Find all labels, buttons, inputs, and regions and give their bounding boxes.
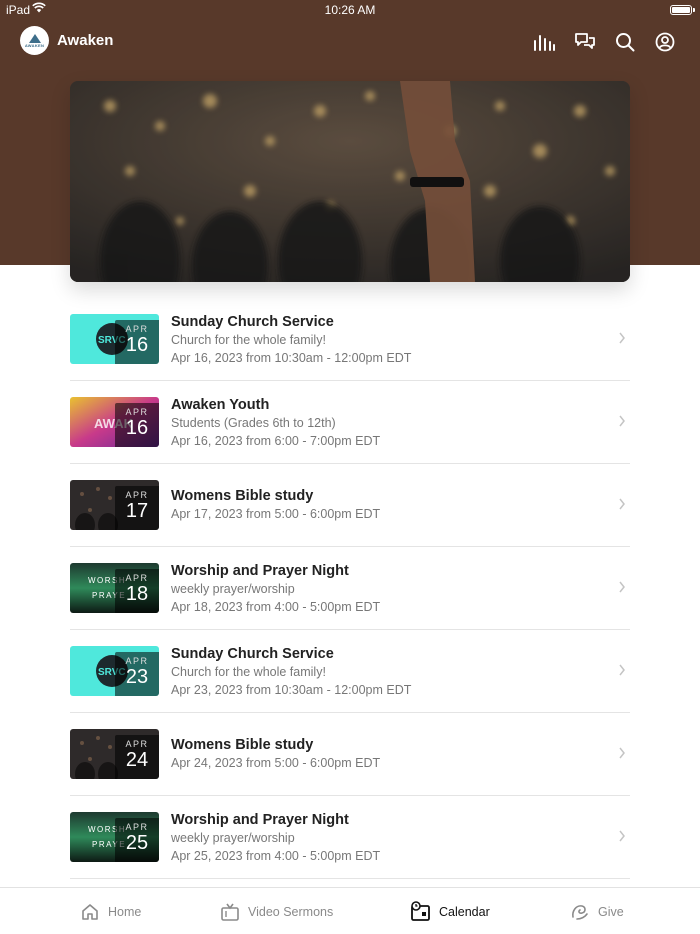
event-date-badge: APR 18 — [115, 569, 159, 613]
event-row[interactable]: APR 17 Womens Bible study Apr 17, 2023 f… — [70, 464, 630, 547]
event-thumbnail: SRVC APR 16 — [70, 314, 159, 364]
tab-label: Home — [108, 904, 142, 919]
event-subtitle: Church for the whole family! — [171, 333, 326, 347]
event-month: APR — [125, 573, 149, 583]
event-date-badge: APR 24 — [115, 735, 159, 779]
chevron-right-icon — [619, 415, 625, 427]
event-subtitle: weekly prayer/worship — [171, 831, 295, 845]
app-title: Awaken — [57, 32, 114, 49]
event-time: Apr 16, 2023 from 10:30am - 12:00pm EDT — [171, 351, 412, 365]
battery-icon — [670, 5, 695, 15]
clock: 10:26 AM — [324, 3, 376, 17]
event-thumbnail: WORSH PRAYE APR 25 — [70, 812, 159, 862]
event-title: Worship and Prayer Night — [171, 812, 349, 828]
event-thumbnail: APR 17 — [70, 480, 159, 530]
tab-label: Video Sermons — [248, 904, 334, 919]
event-row[interactable]: SRVC APR 23 Sunday Church Service Church… — [70, 630, 630, 713]
event-row[interactable]: WORSH PRAYE APR 18 Worship and Prayer Nig… — [70, 547, 630, 630]
event-day: 25 — [125, 832, 149, 854]
event-month: APR — [125, 324, 149, 334]
event-subtitle: Students (Grades 6th to 12th) — [171, 416, 336, 430]
event-row[interactable]: AWAK APR 16 Awaken Youth Students (Grade… — [70, 381, 630, 464]
event-day: 17 — [125, 500, 149, 522]
event-day: 24 — [125, 749, 149, 771]
event-thumbnail: SRVC APR 23 — [70, 646, 159, 696]
event-thumbnail: AWAK APR 16 — [70, 397, 159, 447]
event-day: 18 — [125, 583, 149, 605]
app-logo[interactable]: AWAKEN — [20, 26, 49, 55]
event-time: Apr 18, 2023 from 4:00 - 5:00pm EDT — [171, 600, 381, 614]
event-month: APR — [125, 407, 149, 417]
logo-mountain-icon — [28, 34, 41, 43]
event-month: APR — [125, 490, 149, 500]
chevron-right-icon — [619, 830, 625, 842]
chat-bubbles-icon[interactable] — [573, 30, 597, 54]
chevron-right-icon — [619, 581, 625, 593]
event-row[interactable]: SRVC APR 16 Sunday Church Service Church… — [70, 298, 630, 381]
tab-calendar[interactable]: Calendar — [410, 888, 490, 934]
event-title: Awaken Youth — [171, 397, 270, 413]
calendar-icon — [411, 901, 430, 921]
event-time: Apr 17, 2023 from 5:00 - 6:00pm EDT — [171, 507, 381, 521]
event-day: 23 — [125, 666, 149, 688]
event-thumbnail: APR 24 — [70, 729, 159, 779]
hero-worship-photo — [70, 81, 630, 282]
event-month: APR — [125, 656, 149, 666]
event-subtitle: Church for the whole family! — [171, 665, 326, 679]
tab-label: Calendar — [439, 904, 490, 919]
event-row[interactable]: WORSH PRAYE APR 25 Worship and Prayer Nig… — [70, 796, 630, 879]
event-time: Apr 25, 2023 from 4:00 - 5:00pm EDT — [171, 849, 381, 863]
event-month: APR — [125, 822, 149, 832]
event-day: 16 — [125, 334, 149, 356]
event-title: Womens Bible study — [171, 488, 314, 504]
event-date-badge: APR 25 — [115, 818, 159, 862]
tab-video-sermons[interactable]: Video Sermons — [220, 888, 333, 934]
event-date-badge: APR 23 — [115, 652, 159, 696]
event-title: Sunday Church Service — [171, 646, 334, 662]
event-date-badge: APR 16 — [115, 403, 159, 447]
event-row[interactable]: APR 24 Womens Bible study Apr 24, 2023 f… — [70, 713, 630, 796]
event-thumbnail: WORSH PRAYE APR 18 — [70, 563, 159, 613]
event-date-badge: APR 17 — [115, 486, 159, 530]
tv-icon — [221, 903, 239, 921]
event-time: Apr 24, 2023 from 5:00 - 6:00pm EDT — [171, 756, 381, 770]
logo-text: AWAKEN — [24, 43, 45, 48]
bottom-tab-bar: Home Video Sermons Calendar Give — [0, 887, 700, 934]
event-date-badge: APR 16 — [115, 320, 159, 364]
event-time: Apr 23, 2023 from 10:30am - 12:00pm EDT — [171, 683, 412, 697]
home-icon — [82, 903, 98, 920]
chevron-right-icon — [619, 747, 625, 759]
event-title: Sunday Church Service — [171, 314, 334, 330]
tab-give[interactable]: Give — [570, 888, 624, 934]
event-month: APR — [125, 739, 149, 749]
give-icon — [572, 904, 588, 920]
chevron-right-icon — [619, 332, 625, 344]
search-icon[interactable] — [613, 30, 637, 54]
chevron-right-icon — [619, 498, 625, 510]
event-list: SRVC APR 16 Sunday Church Service Church… — [70, 298, 630, 879]
event-subtitle: weekly prayer/worship — [171, 582, 295, 596]
tab-label: Give — [598, 904, 624, 919]
account-icon[interactable] — [653, 30, 677, 54]
bars-chart-icon[interactable] — [532, 30, 556, 54]
event-time: Apr 16, 2023 from 6:00 - 7:00pm EDT — [171, 434, 381, 448]
event-title: Womens Bible study — [171, 737, 314, 753]
hero-image[interactable] — [70, 81, 630, 282]
event-title: Worship and Prayer Night — [171, 563, 349, 579]
status-bar: iPad 10:26 AM — [0, 0, 700, 20]
tab-home[interactable]: Home — [80, 888, 141, 934]
chevron-right-icon — [619, 664, 625, 676]
event-day: 16 — [125, 417, 149, 439]
top-bar: AWAKEN Awaken — [0, 26, 700, 58]
